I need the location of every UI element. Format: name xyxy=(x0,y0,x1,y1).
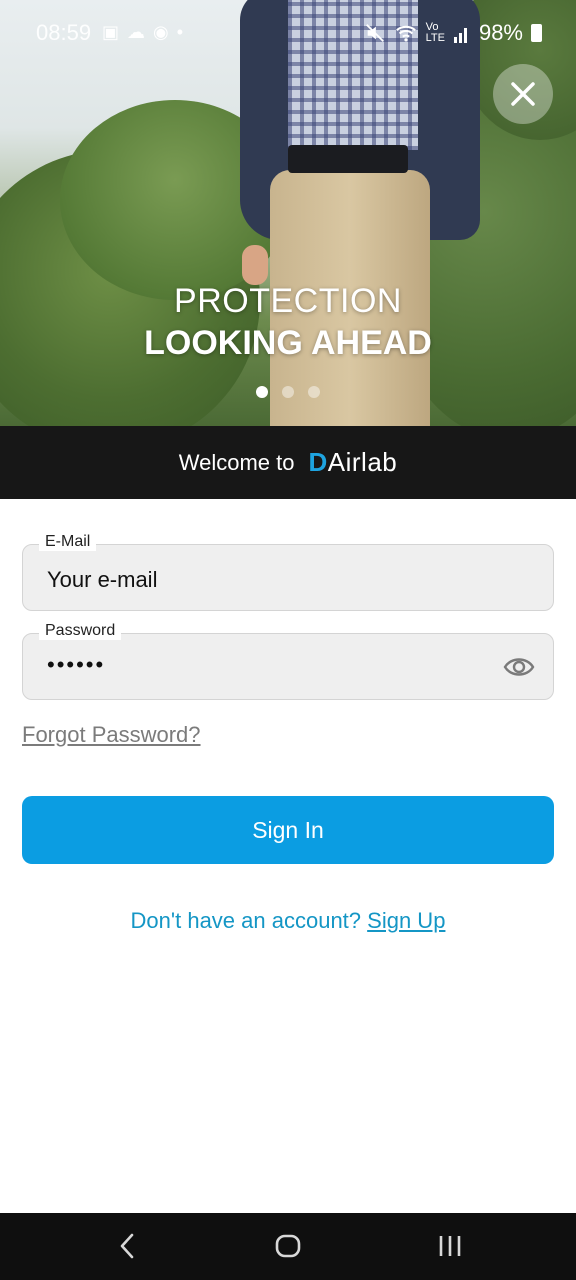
gallery-icon: ▣ xyxy=(102,22,120,42)
welcome-bar: Welcome to D Airlab xyxy=(0,426,576,499)
app-logo: D Airlab xyxy=(308,447,397,478)
cloud-icon: ☁ xyxy=(127,22,146,42)
sign-in-label: Sign In xyxy=(252,816,324,843)
carousel-dot[interactable] xyxy=(282,386,294,398)
app-icon: ◉ xyxy=(153,22,169,42)
welcome-text: Welcome to xyxy=(178,449,295,475)
password-value: •••••• xyxy=(47,652,106,677)
system-nav-bar xyxy=(0,1213,576,1280)
status-right: Vo LTE 98% xyxy=(364,20,542,46)
carousel-dot[interactable] xyxy=(308,386,320,398)
status-time: 08:59 xyxy=(36,20,92,45)
mute-icon xyxy=(365,24,384,42)
password-label: Password xyxy=(39,622,122,640)
carousel-indicator xyxy=(256,386,320,398)
home-icon[interactable] xyxy=(274,1231,302,1261)
battery-icon xyxy=(531,24,542,42)
no-account-text: Don't have an account? xyxy=(130,908,362,933)
notification-icons: ▣ ☁ ◉ • xyxy=(102,22,183,43)
email-label: E-Mail xyxy=(39,533,97,551)
close-icon xyxy=(511,82,535,106)
password-field[interactable]: Password •••••• xyxy=(22,622,554,700)
status-bar: 08:59 ▣ ☁ ◉ • Vo LTE 98% xyxy=(0,0,576,64)
email-field[interactable]: E-Mail Your e-mail xyxy=(22,533,554,611)
dot-icon: • xyxy=(176,22,184,42)
hero-slogan-line1: PROTECTION xyxy=(174,282,402,320)
eye-icon[interactable] xyxy=(503,652,535,682)
recents-icon[interactable] xyxy=(436,1231,464,1261)
signal-icon xyxy=(453,28,467,43)
volte-icon: Vo LTE xyxy=(425,21,445,44)
hero-slogan-line2: LOOKING AHEAD xyxy=(144,324,432,362)
carousel-dot-active[interactable] xyxy=(256,386,268,398)
sign-in-button[interactable]: Sign In xyxy=(22,796,554,864)
email-placeholder: Your e-mail xyxy=(47,567,158,592)
close-button[interactable] xyxy=(493,64,553,124)
battery-percent: 98% xyxy=(478,20,523,45)
logo-name: Airlab xyxy=(327,447,398,477)
forgot-password-link[interactable]: Forgot Password? xyxy=(22,722,201,748)
back-icon[interactable] xyxy=(116,1231,138,1261)
wifi-icon xyxy=(395,25,416,42)
logo-prefix: D xyxy=(308,447,328,477)
sign-up-link[interactable]: Sign Up xyxy=(367,908,445,933)
signup-prompt: Don't have an account? Sign Up xyxy=(0,908,576,934)
